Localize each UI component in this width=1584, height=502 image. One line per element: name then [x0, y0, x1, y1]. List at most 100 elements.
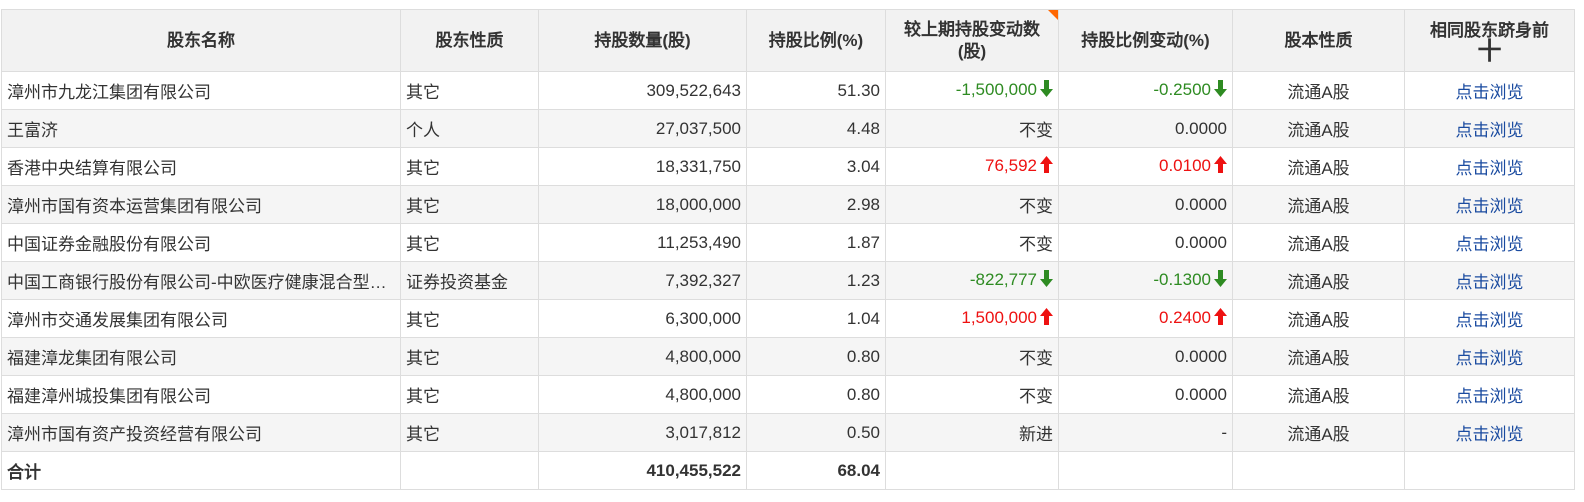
cell-share-nature: 流通A股 [1232, 375, 1405, 414]
arrow-down-icon [1040, 79, 1053, 102]
header-change-count-label: 较上期持股变动数(股) [904, 19, 1040, 61]
cell-shareholder-type: 其它 [400, 413, 539, 452]
table-header: 股东名称 股东性质 持股数量(股) 持股比例(%) 较上期持股变动数(股) 持股… [1, 9, 1575, 72]
cell-link: 点击浏览 [1404, 147, 1575, 186]
cell-share-ratio: 0.80 [746, 375, 886, 414]
change-count-value: 不变 [1019, 349, 1053, 368]
expand-plus-icon[interactable]: 十 [1410, 39, 1569, 63]
view-details-link[interactable]: 点击浏览 [1456, 121, 1524, 140]
cell-shareholder-type: 其它 [400, 375, 539, 414]
cell-link: 点击浏览 [1404, 413, 1575, 452]
cell-share-ratio: 0.80 [746, 337, 886, 376]
cell-link: 点击浏览 [1404, 299, 1575, 338]
arrow-up-icon [1040, 155, 1053, 178]
cell-shareholder-name: 福建漳龙集团有限公司 [1, 337, 401, 376]
cell-ratio-change: 0.0000 [1058, 223, 1233, 262]
total-empty-ratio-change [1058, 451, 1233, 490]
header-share-count: 持股数量(股) [538, 9, 747, 72]
view-details-link[interactable]: 点击浏览 [1456, 235, 1524, 254]
header-change-count: 较上期持股变动数(股) [885, 9, 1059, 72]
cell-change-count: 不变 [885, 375, 1059, 414]
header-share-nature: 股本性质 [1232, 9, 1405, 72]
cell-shareholder-type: 其它 [400, 185, 539, 224]
cell-share-ratio: 1.23 [746, 261, 886, 300]
cell-link: 点击浏览 [1404, 261, 1575, 300]
header-shareholder-type: 股东性质 [400, 9, 539, 72]
change-count-value: 76,592 [985, 155, 1037, 175]
cell-change-count: -822,777 [885, 261, 1059, 300]
cell-ratio-change: 0.0000 [1058, 109, 1233, 148]
cell-change-count: 新进 [885, 413, 1059, 452]
cell-link: 点击浏览 [1404, 223, 1575, 262]
cell-share-count: 309,522,643 [538, 71, 747, 110]
table-row: 漳州市九龙江集团有限公司 其它 309,522,643 51.30 -1,500,000… [1, 71, 1575, 110]
cell-ratio-change: 0.0000 [1058, 337, 1233, 376]
cell-change-count: -1,500,000 [885, 71, 1059, 110]
view-details-link[interactable]: 点击浏览 [1456, 387, 1524, 406]
cell-share-nature: 流通A股 [1232, 109, 1405, 148]
header-share-ratio: 持股比例(%) [746, 9, 886, 72]
cell-share-nature: 流通A股 [1232, 337, 1405, 376]
cell-change-count: 1,500,000 [885, 299, 1059, 338]
cell-shareholder-type: 个人 [400, 109, 539, 148]
table-footer: 合计 410,455,522 68.04 [1, 451, 1575, 490]
view-details-link[interactable]: 点击浏览 [1456, 83, 1524, 102]
ratio-change-value: 0.2400 [1159, 307, 1211, 327]
ratio-change-value: 0.0000 [1175, 232, 1227, 252]
change-count-value: 不变 [1019, 197, 1053, 216]
ratio-change-value: 0.0000 [1175, 384, 1227, 404]
ratio-change-value: -0.1300 [1153, 269, 1211, 289]
header-shareholder-name: 股东名称 [1, 9, 401, 72]
cell-shareholder-type: 其它 [400, 71, 539, 110]
total-label: 合计 [1, 451, 401, 490]
total-empty-change [885, 451, 1059, 490]
cell-shareholder-name: 中国证券金融股份有限公司 [1, 223, 401, 262]
arrow-up-icon [1214, 307, 1227, 330]
cell-shareholder-name: 漳州市国有资产投资经营有限公司 [1, 413, 401, 452]
shareholder-table-container: 股东名称 股东性质 持股数量(股) 持股比例(%) 较上期持股变动数(股) 持股… [1, 9, 1575, 490]
cell-shareholder-name: 福建漳州城投集团有限公司 [1, 375, 401, 414]
cell-share-nature: 流通A股 [1232, 223, 1405, 262]
cell-share-count: 3,017,812 [538, 413, 747, 452]
view-details-link[interactable]: 点击浏览 [1456, 273, 1524, 292]
ratio-change-value: 0.0100 [1159, 155, 1211, 175]
cell-ratio-change: 0.0000 [1058, 185, 1233, 224]
table-row: 漳州市交通发展集团有限公司 其它 6,300,000 1.04 1,500,000 0.2… [1, 299, 1575, 338]
cell-share-nature: 流通A股 [1232, 261, 1405, 300]
cell-share-ratio: 1.87 [746, 223, 886, 262]
cell-shareholder-name: 王富济 [1, 109, 401, 148]
cell-share-nature: 流通A股 [1232, 413, 1405, 452]
cell-share-count: 11,253,490 [538, 223, 747, 262]
cell-share-ratio: 3.04 [746, 147, 886, 186]
view-details-link[interactable]: 点击浏览 [1456, 349, 1524, 368]
table-row: 漳州市国有资本运营集团有限公司 其它 18,000,000 2.98 不变 0.0000 流… [1, 185, 1575, 224]
arrow-down-icon [1040, 269, 1053, 292]
cell-shareholder-name: 中国工商银行股份有限公司-中欧医疗健康混合型… [1, 261, 401, 300]
change-count-value: 不变 [1019, 387, 1053, 406]
ratio-change-value: 0.0000 [1175, 118, 1227, 138]
header-same-holder[interactable]: 相同股东跻身前 十 [1404, 9, 1575, 72]
cell-link: 点击浏览 [1404, 337, 1575, 376]
table-body: 漳州市九龙江集团有限公司 其它 309,522,643 51.30 -1,500,000… [1, 71, 1575, 452]
cell-shareholder-type: 其它 [400, 223, 539, 262]
view-details-link[interactable]: 点击浏览 [1456, 197, 1524, 216]
change-count-value: -1,500,000 [955, 79, 1037, 99]
table-row: 王富济 个人 27,037,500 4.48 不变 0.0000 流通A股 点击浏览 [1, 109, 1575, 148]
cell-shareholder-name: 漳州市国有资本运营集团有限公司 [1, 185, 401, 224]
cell-share-count: 4,800,000 [538, 375, 747, 414]
view-details-link[interactable]: 点击浏览 [1456, 425, 1524, 444]
view-details-link[interactable]: 点击浏览 [1456, 159, 1524, 178]
total-row: 合计 410,455,522 68.04 [1, 451, 1575, 490]
cell-share-ratio: 2.98 [746, 185, 886, 224]
change-count-value: 不变 [1019, 121, 1053, 140]
change-count-value: -822,777 [969, 269, 1037, 289]
cell-change-count: 不变 [885, 185, 1059, 224]
cell-change-count: 不变 [885, 109, 1059, 148]
cell-share-count: 6,300,000 [538, 299, 747, 338]
view-details-link[interactable]: 点击浏览 [1456, 311, 1524, 330]
cell-change-count: 不变 [885, 223, 1059, 262]
arrow-down-icon [1214, 269, 1227, 292]
total-empty-link [1404, 451, 1575, 490]
cell-ratio-change: -0.1300 [1058, 261, 1233, 300]
cell-share-nature: 流通A股 [1232, 71, 1405, 110]
